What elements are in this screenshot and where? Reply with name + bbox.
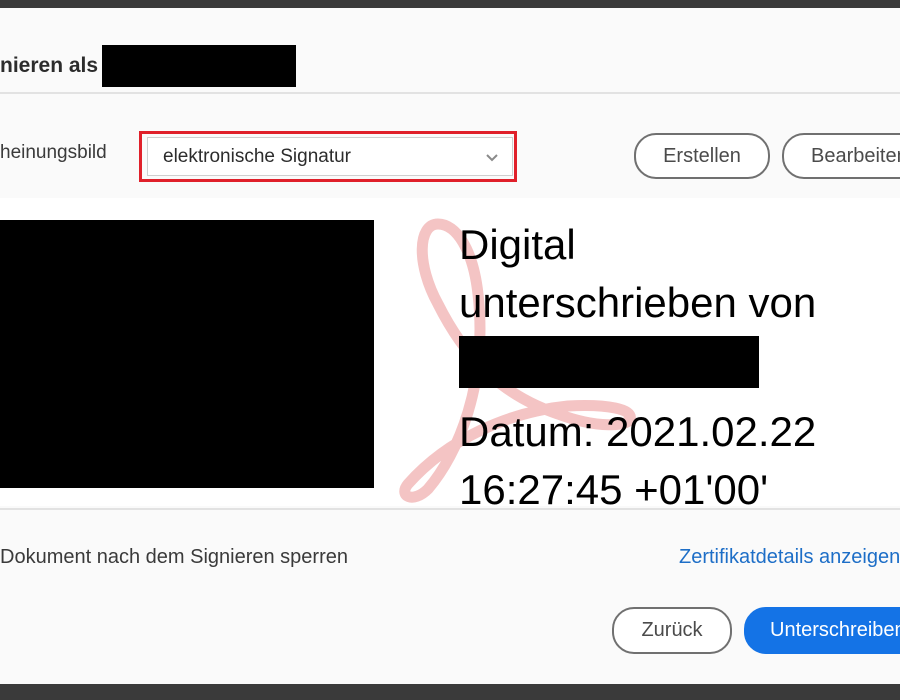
appearance-label: heinungsbild <box>0 142 107 163</box>
certificate-details-link[interactable]: Zertifikatdetails anzeigen <box>679 546 900 569</box>
back-button[interactable]: Zurück <box>612 607 732 654</box>
signature-preview: Digital unterschrieben von Datum: 2021.0… <box>0 198 900 513</box>
signature-line-4: 16:27:45 +01'00' <box>459 466 769 513</box>
lock-after-sign-option[interactable]: Dokument nach dem Signieren sperren <box>0 546 348 569</box>
dialog-title-text: nieren als <box>0 54 99 77</box>
edit-button[interactable]: Bearbeiten <box>782 133 900 179</box>
sign-button[interactable]: Unterschreiben <box>744 607 900 654</box>
highlight-box <box>139 131 517 182</box>
signature-line-1: Digital <box>459 221 576 268</box>
redacted-signature-image <box>0 220 374 488</box>
redacted-signer-name <box>459 336 759 388</box>
create-button[interactable]: Erstellen <box>634 133 770 179</box>
signature-line-2: unterschrieben von <box>459 279 817 326</box>
window-bottom-bar <box>0 684 900 700</box>
preview-divider <box>0 508 900 510</box>
signature-text: Digital unterschrieben von Datum: 2021.0… <box>459 216 816 519</box>
redacted-name <box>102 45 297 87</box>
dialog-title: nieren als <box>0 44 297 88</box>
signature-line-3: Datum: 2021.02.22 <box>459 408 817 455</box>
header-divider <box>0 92 900 94</box>
sign-dialog: nieren als heinungsbild elektronische Si… <box>0 8 900 684</box>
